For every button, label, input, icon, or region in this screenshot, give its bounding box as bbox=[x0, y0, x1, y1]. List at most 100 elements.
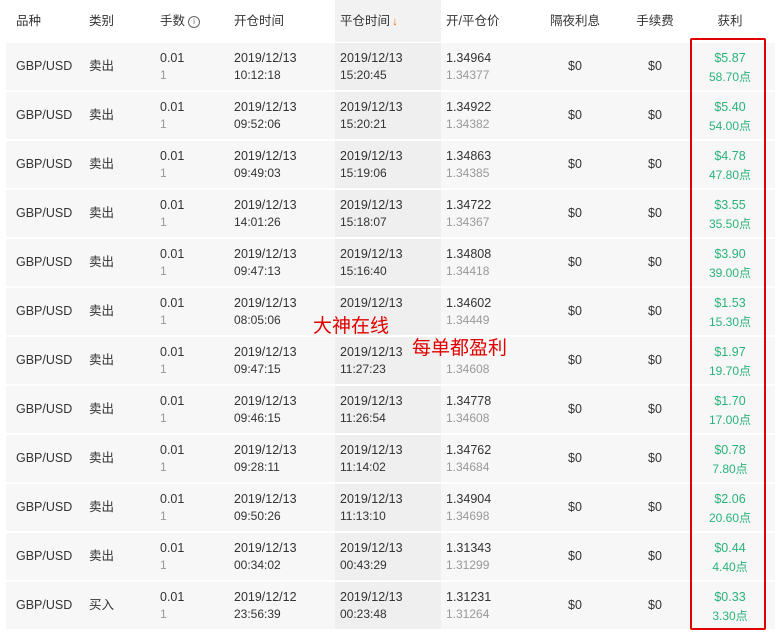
lots-sub-cell: 1 bbox=[160, 68, 167, 82]
table-row[interactable]: GBP/USD 卖出 0.01 1 2019/12/13 09:52:06 2019/12/… bbox=[0, 91, 781, 140]
lots-cell: 0.01 bbox=[160, 149, 185, 163]
swap-cell: $0 bbox=[568, 157, 582, 171]
open-time-cell: 10:12:18 bbox=[234, 68, 281, 82]
close-date-cell: 2019/12/13 bbox=[340, 394, 403, 408]
open-date-cell: 2019/12/13 bbox=[234, 492, 297, 506]
symbol-cell: GBP/USD bbox=[16, 157, 73, 171]
header-swap: 隔夜利息 bbox=[549, 14, 601, 28]
type-cell: 卖出 bbox=[89, 353, 115, 367]
close-date-cell: 2019/12/13 bbox=[340, 198, 403, 212]
close-date-cell: 2019/12/13 bbox=[340, 541, 403, 555]
table-row[interactable]: GBP/USD 卖出 0.01 1 2019/12/13 10:12:18 2019/12/… bbox=[0, 42, 781, 91]
swap-cell: $0 bbox=[568, 402, 582, 416]
table-row[interactable]: GBP/USD 卖出 0.01 1 2019/12/13 09:46:15 2019/12/… bbox=[0, 385, 781, 434]
type-cell: 卖出 bbox=[89, 108, 115, 122]
close-price-cell: 1.34698 bbox=[446, 509, 490, 523]
header-lots-label: 手数 bbox=[160, 14, 186, 28]
close-time-cell: 11:27:23 bbox=[340, 362, 386, 376]
info-icon[interactable]: i bbox=[188, 16, 201, 28]
lots-cell: 0.01 bbox=[160, 345, 185, 359]
lots-cell: 0.01 bbox=[160, 198, 185, 212]
symbol-cell: GBP/USD bbox=[16, 206, 73, 220]
fee-cell: $0 bbox=[648, 255, 662, 269]
lots-sub-cell: 1 bbox=[160, 460, 167, 474]
close-price-cell: 1.31299 bbox=[446, 558, 490, 572]
type-cell: 卖出 bbox=[89, 304, 115, 318]
symbol-cell: GBP/USD bbox=[16, 598, 73, 612]
header-open-time[interactable]: 开仓时间 bbox=[234, 0, 284, 42]
close-price-cell: 1.34385 bbox=[446, 166, 490, 180]
symbol-cell: GBP/USD bbox=[16, 549, 73, 563]
table-row[interactable]: GBP/USD 买入 0.01 1 2019/12/12 23:56:39 2019/12/… bbox=[0, 581, 781, 630]
lots-cell: 0.01 bbox=[160, 492, 185, 506]
open-price-cell: 1.31343 bbox=[446, 541, 492, 555]
type-cell: 卖出 bbox=[89, 549, 115, 563]
lots-cell: 0.01 bbox=[160, 443, 185, 457]
symbol-cell: GBP/USD bbox=[16, 500, 73, 514]
table-row[interactable]: GBP/USD 卖出 0.01 1 2019/12/13 09:49:03 2019/12/… bbox=[0, 140, 781, 189]
header-lots: 手数 i bbox=[160, 0, 201, 42]
fee-cell: $0 bbox=[648, 451, 662, 465]
symbol-cell: GBP/USD bbox=[16, 451, 73, 465]
table-row[interactable]: GBP/USD 卖出 0.01 1 2019/12/13 14:01:26 2019/12/… bbox=[0, 189, 781, 238]
open-time-cell: 09:46:15 bbox=[234, 411, 281, 425]
lots-sub-cell: 1 bbox=[160, 166, 167, 180]
lots-cell: 0.01 bbox=[160, 100, 185, 114]
symbol-cell: GBP/USD bbox=[16, 402, 73, 416]
open-date-cell: 2019/12/13 bbox=[234, 443, 297, 457]
overlay-text-2: 每单都盈利 bbox=[412, 337, 508, 359]
fee-cell: $0 bbox=[648, 353, 662, 367]
open-date-cell: 2019/12/13 bbox=[234, 345, 297, 359]
header-close-time[interactable]: 平仓时间 ↓ bbox=[340, 0, 398, 42]
lots-cell: 0.01 bbox=[160, 541, 185, 555]
close-price-cell: 1.34608 bbox=[446, 362, 490, 376]
close-price-cell: 1.34418 bbox=[446, 264, 490, 278]
open-price-cell: 1.34778 bbox=[446, 394, 492, 408]
arrow-down-icon[interactable]: ↓ bbox=[392, 14, 398, 28]
close-price-cell: 1.34449 bbox=[446, 313, 490, 327]
type-cell: 卖出 bbox=[89, 451, 115, 465]
overlay-text-1: 大神在线 bbox=[313, 315, 390, 337]
close-time-cell: 15:20:45 bbox=[340, 68, 387, 82]
swap-cell: $0 bbox=[568, 353, 582, 367]
close-date-cell: 2019/12/13 bbox=[340, 492, 403, 506]
table-row[interactable]: GBP/USD 卖出 0.01 1 2019/12/13 00:34:02 2019/12/… bbox=[0, 532, 781, 581]
close-price-cell: 1.34684 bbox=[446, 460, 490, 474]
lots-cell: 0.01 bbox=[160, 296, 185, 310]
close-date-cell: 2019/12/13 bbox=[340, 296, 403, 310]
close-price-cell: 1.34382 bbox=[446, 117, 490, 131]
open-date-cell: 2019/12/13 bbox=[234, 296, 297, 310]
swap-cell: $0 bbox=[568, 206, 582, 220]
table-row[interactable]: GBP/USD 卖出 0.01 1 2019/12/13 09:28:11 2019/12/… bbox=[0, 434, 781, 483]
fee-cell: $0 bbox=[648, 304, 662, 318]
swap-cell: $0 bbox=[568, 500, 582, 514]
table-row[interactable]: GBP/USD 卖出 0.01 1 2019/12/13 09:47:15 2019/12/… bbox=[0, 336, 781, 385]
table-header: 品种 类别 手数 i 开仓时间 平仓时间 ↓ 开/平仓价 隔夜利息 手续费 获利 bbox=[0, 0, 781, 42]
fee-cell: $0 bbox=[648, 157, 662, 171]
lots-cell: 0.01 bbox=[160, 51, 185, 65]
lots-sub-cell: 1 bbox=[160, 215, 167, 229]
open-date-cell: 2019/12/13 bbox=[234, 100, 297, 114]
table-row[interactable]: GBP/USD 卖出 0.01 1 2019/12/13 08:05:06 2019/12/… bbox=[0, 287, 781, 336]
open-price-cell: 1.34964 bbox=[446, 51, 492, 65]
header-profit: 获利 bbox=[717, 14, 743, 28]
close-time-cell: 11:13:10 bbox=[340, 509, 386, 523]
table-row[interactable]: GBP/USD 卖出 0.01 1 2019/12/13 09:50:26 2019/12/… bbox=[0, 483, 781, 532]
open-time-cell: 08:05:06 bbox=[234, 313, 281, 327]
close-date-cell: 2019/12/13 bbox=[340, 100, 403, 114]
close-date-cell: 2019/12/13 bbox=[340, 590, 403, 604]
table-row[interactable]: GBP/USD 卖出 0.01 1 2019/12/13 09:47:13 2019/12/… bbox=[0, 238, 781, 287]
open-date-cell: 2019/12/13 bbox=[234, 247, 297, 261]
open-time-cell: 09:47:13 bbox=[234, 264, 281, 278]
swap-cell: $0 bbox=[568, 451, 582, 465]
open-date-cell: 2019/12/12 bbox=[234, 590, 297, 604]
symbol-cell: GBP/USD bbox=[16, 59, 73, 73]
open-time-cell: 23:56:39 bbox=[234, 607, 281, 621]
fee-cell: $0 bbox=[648, 598, 662, 612]
header-prices: 开/平仓价 bbox=[446, 14, 500, 28]
lots-cell: 0.01 bbox=[160, 247, 185, 261]
open-price-cell: 1.34722 bbox=[446, 198, 492, 212]
fee-cell: $0 bbox=[648, 500, 662, 514]
type-cell: 卖出 bbox=[89, 402, 115, 416]
open-date-cell: 2019/12/13 bbox=[234, 51, 297, 65]
